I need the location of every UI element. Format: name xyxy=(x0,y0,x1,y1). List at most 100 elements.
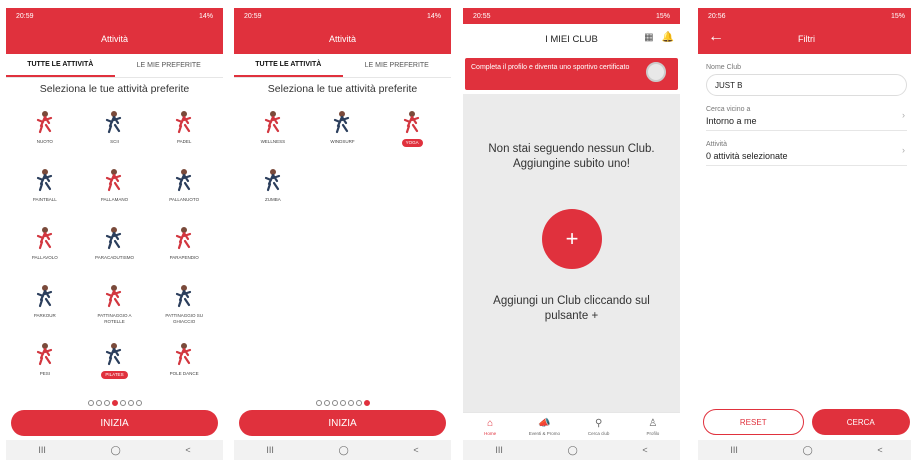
page-title: Attività xyxy=(328,34,356,44)
filters-screen: 20:56 15% ← Filtri Nome Club JUST B Cerc… xyxy=(698,8,911,460)
near-row[interactable]: Cerca vicino a Intorno a me › xyxy=(706,96,907,131)
app-bar: Attività xyxy=(6,24,223,54)
status-time: 20:55 xyxy=(473,12,491,20)
page-dot[interactable] xyxy=(127,400,134,406)
chevron-right-icon: › xyxy=(902,145,905,155)
back-button[interactable]: < xyxy=(413,445,418,455)
page-dot[interactable] xyxy=(331,400,338,406)
parkour-icon xyxy=(31,281,59,309)
nav-events-promo[interactable]: 📣 Eventi & Promo xyxy=(519,413,569,440)
status-battery: 14% xyxy=(426,12,441,20)
nav-profile[interactable]: ♙ Profilo xyxy=(628,413,678,440)
activity-item[interactable]: WINDSURF xyxy=(308,103,378,157)
activity-item[interactable]: ZUMBA xyxy=(238,161,308,215)
activities-screen-2: 20:59 14% Attività TUTTE LE ATTIVITÀ LE … xyxy=(234,8,451,460)
tab-favorites[interactable]: LE MIE PREFERITE xyxy=(343,54,452,77)
tab-all-activities[interactable]: TUTTE LE ATTIVITÀ xyxy=(6,54,115,77)
activity-item[interactable]: PESI xyxy=(10,335,80,389)
recents-button[interactable]: III xyxy=(38,445,46,455)
activity-item[interactable]: NUOTO xyxy=(10,103,80,157)
status-bar: 20:59 14% xyxy=(234,8,451,24)
status-bar: 20:59 14% xyxy=(6,8,223,24)
activity-item[interactable]: PATTINAGGIO SU GHIACCIO xyxy=(149,277,219,331)
page-dot[interactable] xyxy=(315,400,322,406)
activity-item[interactable]: PILATES xyxy=(80,335,150,389)
activity-grid: NUOTO SCII PADEL PAINTBALL PALLAMANO PALLANUO… xyxy=(6,99,223,389)
page-dot[interactable] xyxy=(103,400,110,406)
activity-item[interactable]: PALLAVOLO xyxy=(10,219,80,273)
activity-label: WELLNESS xyxy=(260,139,286,144)
screens-collage: 20:59 14% Attività TUTTE LE ATTIVITÀ LE … xyxy=(0,0,911,461)
back-button[interactable]: < xyxy=(877,445,882,455)
home-button[interactable]: ◯ xyxy=(803,445,813,456)
search-button[interactable]: CERCA xyxy=(811,409,910,435)
complete-profile-banner[interactable]: Completa il profilo e diventa uno sporti… xyxy=(465,58,678,90)
activity-item[interactable]: PARACADUTISMO xyxy=(80,219,150,273)
filters-form: Nome Club JUST B Cerca vicino a Intorno … xyxy=(698,54,911,166)
activity-item[interactable]: PARKOUR xyxy=(10,277,80,331)
poledance-icon xyxy=(170,339,198,367)
reset-button[interactable]: RESET xyxy=(703,409,804,435)
activity-item[interactable]: PARAPENDIO xyxy=(149,219,219,273)
home-icon: ⌂ xyxy=(487,417,494,429)
my-clubs-screen: 20:55 15% I MIEI CLUB ▦ 🔔 Completa il pr… xyxy=(463,8,680,460)
back-button[interactable]: < xyxy=(642,445,647,455)
recents-button[interactable]: III xyxy=(266,445,274,455)
system-nav-bar: III ◯ < xyxy=(6,440,223,460)
bell-icon[interactable]: 🔔 xyxy=(662,32,674,43)
weights-icon xyxy=(31,339,59,367)
zumba-icon xyxy=(259,165,287,193)
megaphone-icon: 📣 xyxy=(538,417,551,429)
add-club-button[interactable]: + xyxy=(542,209,602,269)
page-dot[interactable] xyxy=(87,400,94,406)
page-dot[interactable] xyxy=(347,400,354,406)
header: I MIEI CLUB ▦ 🔔 xyxy=(463,24,680,54)
start-button[interactable]: INIZIA xyxy=(11,410,218,436)
activity-item[interactable]: PALLANUOTO xyxy=(149,161,219,215)
wellness-icon xyxy=(259,107,287,135)
activity-label: PATTINAGGIO SU GHIACCIO xyxy=(165,313,203,324)
status-battery: 14% xyxy=(198,12,213,20)
page-dot[interactable] xyxy=(323,400,330,406)
activity-item[interactable]: POLE DANCE xyxy=(149,335,219,389)
nav-home[interactable]: ⌂ Home xyxy=(465,413,515,440)
activity-label: NUOTO xyxy=(36,139,53,144)
activity-item[interactable]: PALLAMANO xyxy=(80,161,150,215)
activity-item[interactable]: PAINTBALL xyxy=(10,161,80,215)
page-dot[interactable] xyxy=(339,400,346,406)
yoga-icon xyxy=(398,107,426,135)
page-dot[interactable] xyxy=(95,400,102,406)
nav-search-club[interactable]: ⚲ Cerca club xyxy=(574,413,624,440)
page-indicator xyxy=(6,400,223,406)
activity-label: PALLAVOLO xyxy=(31,255,58,260)
recents-button[interactable]: III xyxy=(730,445,738,455)
activity-grid: WELLNESS WINDSURF YOGA ZUMBA xyxy=(234,99,451,215)
tab-all-activities[interactable]: TUTTE LE ATTIVITÀ xyxy=(234,54,343,77)
home-button[interactable]: ◯ xyxy=(568,445,578,456)
system-nav-bar: III ◯ < xyxy=(698,440,911,460)
tab-favorites[interactable]: LE MIE PREFERITE xyxy=(115,54,224,77)
page-dot[interactable] xyxy=(363,400,370,406)
home-button[interactable]: ◯ xyxy=(111,445,121,456)
back-button[interactable]: < xyxy=(185,445,190,455)
app-bar: Attività xyxy=(234,24,451,54)
home-button[interactable]: ◯ xyxy=(339,445,349,456)
calendar-icon[interactable]: ▦ xyxy=(644,32,653,43)
page-dot[interactable] xyxy=(119,400,126,406)
activity-item[interactable]: PADEL xyxy=(149,103,219,157)
status-bar: 20:56 15% xyxy=(698,8,911,24)
nav-label: Cerca club xyxy=(587,430,610,436)
activity-item[interactable]: PATTINAGGIO A ROTELLE xyxy=(80,277,150,331)
club-name-input[interactable]: JUST B xyxy=(706,74,907,96)
activity-item[interactable]: SCII xyxy=(80,103,150,157)
page-dot[interactable] xyxy=(111,400,118,406)
back-arrow-icon[interactable]: ← xyxy=(708,28,724,46)
page-dot[interactable] xyxy=(355,400,362,406)
status-battery: 15% xyxy=(655,12,670,20)
activity-item[interactable]: WELLNESS xyxy=(238,103,308,157)
recents-button[interactable]: III xyxy=(495,445,503,455)
activity-item[interactable]: YOGA xyxy=(377,103,447,157)
page-dot[interactable] xyxy=(135,400,142,406)
activities-row[interactable]: Attività 0 attività selezionate › xyxy=(706,131,907,166)
start-button[interactable]: INIZIA xyxy=(239,410,446,436)
